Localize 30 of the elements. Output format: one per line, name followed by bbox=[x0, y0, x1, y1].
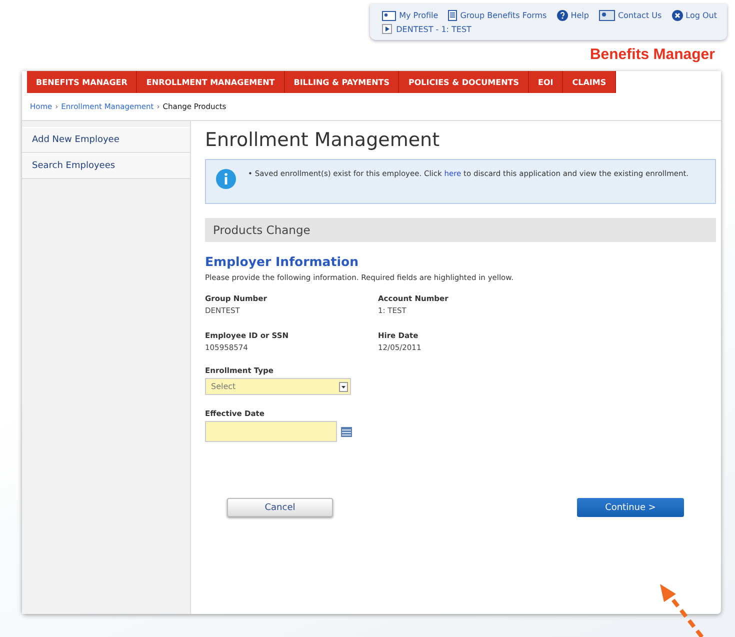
page-title: Enrollment Management bbox=[205, 129, 441, 151]
nav-tab[interactable]: ENROLLMENT MANAGEMENT bbox=[137, 71, 285, 93]
enrollment-type-dropdown[interactable]: Select bbox=[205, 378, 351, 395]
utility-link[interactable]: Help bbox=[556, 10, 589, 21]
close-icon bbox=[672, 10, 683, 21]
utility-link[interactable]: My Profile bbox=[382, 10, 438, 20]
document-icon bbox=[448, 10, 458, 21]
nav-tab[interactable]: CLAIMS bbox=[563, 71, 616, 93]
contact-card-icon bbox=[598, 10, 615, 21]
section-header: Products Change bbox=[205, 218, 716, 242]
info-icon bbox=[216, 169, 236, 189]
nav-tab[interactable]: BILLING & PAYMENTS bbox=[284, 71, 400, 93]
utility-link[interactable]: Log Out bbox=[672, 10, 717, 21]
utility-link[interactable]: Contact Us bbox=[598, 10, 662, 21]
continue-button[interactable]: Continue > bbox=[577, 498, 684, 517]
section-subtitle: Employer Information bbox=[205, 254, 360, 269]
id-card-icon bbox=[382, 10, 396, 20]
sidebar-item[interactable]: Add New Employee bbox=[22, 127, 190, 153]
sidebar-item[interactable]: Search Employees bbox=[22, 153, 190, 179]
utility-link[interactable]: Group Benefits Forms bbox=[448, 10, 547, 21]
brand-title: Benefits Manager bbox=[588, 45, 716, 65]
nav-tab[interactable]: POLICIES & DOCUMENTS bbox=[399, 71, 529, 93]
nav-tab[interactable]: BENEFITS MANAGER bbox=[27, 71, 138, 93]
cancel-button[interactable]: Cancel bbox=[227, 498, 333, 517]
effective-date-field[interactable] bbox=[205, 421, 337, 442]
play-icon[interactable] bbox=[382, 24, 392, 34]
account-label: DENTEST - 1: TEST bbox=[396, 24, 472, 34]
calendar-icon[interactable] bbox=[341, 426, 352, 436]
help-icon bbox=[556, 10, 568, 21]
nav-tab[interactable]: EOI bbox=[529, 71, 564, 93]
